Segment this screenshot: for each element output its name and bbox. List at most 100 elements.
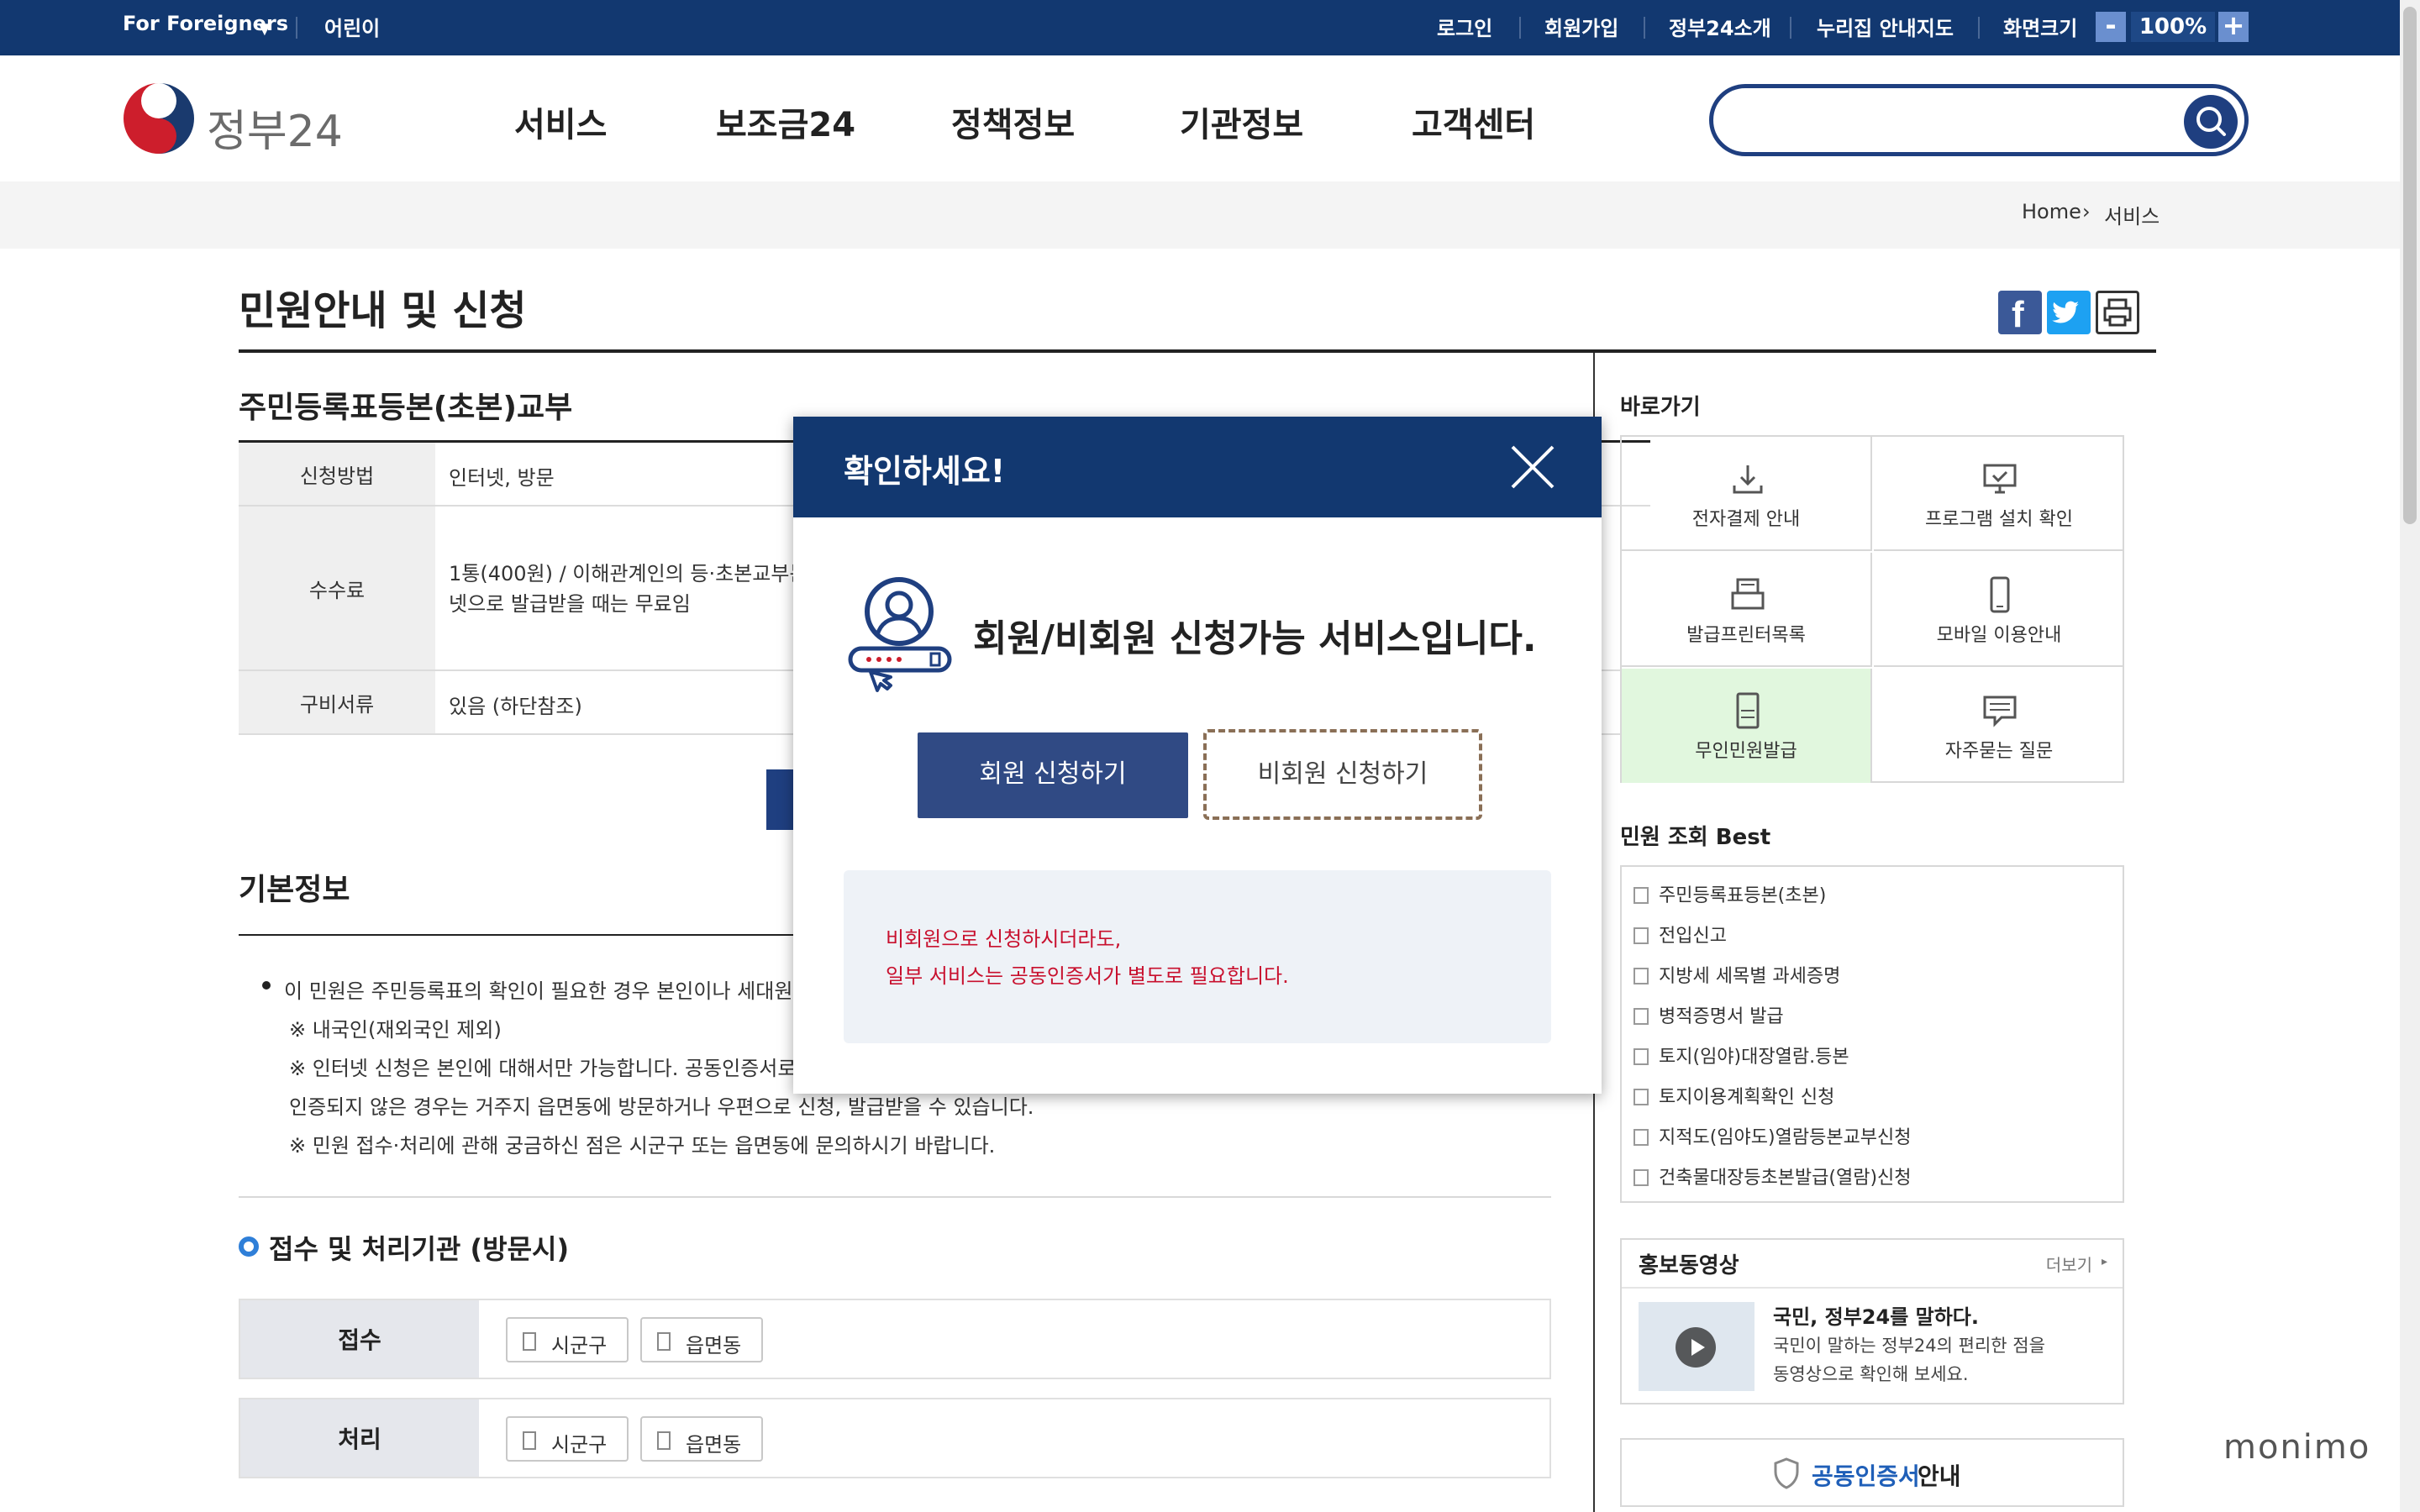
promo-video-box: 홍보동영상 더보기 ▸ 국민, 정부24를 말하다. 국민이 말하는 정부24의… — [1620, 1238, 2124, 1404]
divider — [296, 17, 297, 39]
bookmark-icon — [523, 1431, 536, 1450]
nav-subsidy[interactable]: 보조금24 — [716, 97, 855, 146]
kiosk-icon — [1736, 692, 1760, 729]
twitter-icon[interactable] — [2047, 291, 2091, 334]
document-icon — [1634, 1169, 1649, 1186]
document-icon — [1634, 968, 1649, 984]
list-item[interactable]: 토지(임야)대장열람.등본 — [1659, 1042, 1849, 1068]
basic-info-title: 기본정보 — [239, 873, 350, 907]
modal-header: 확인하세요! — [793, 417, 1602, 517]
agency-title: 접수 및 처리기관 (방문시) — [269, 1233, 570, 1265]
agency-chip[interactable]: 읍면동 — [640, 1317, 763, 1362]
table-row: 접수 시군구 읍면동 — [239, 1299, 1551, 1379]
certificate-guide-button[interactable]: 공동인증서 안내 — [1620, 1438, 2124, 1507]
play-icon[interactable] — [1676, 1327, 1716, 1368]
promo-desc: 국민이 말하는 정부24의 편리한 점을 — [1773, 1336, 2045, 1356]
shortcut-printer[interactable]: 발급프린터목록 — [1622, 553, 1872, 667]
sitemap-link[interactable]: 누리집 안내지도 — [1817, 12, 1954, 41]
facebook-icon[interactable]: f — [1998, 291, 2042, 335]
list-item[interactable]: 지적도(임야도)열람등본교부신청 — [1659, 1122, 1912, 1149]
shortcut-label: 자주묻는 질문 — [1944, 741, 2054, 762]
list-item[interactable]: 병적증명서 발급 — [1659, 1001, 1784, 1028]
promo-more-link[interactable]: 더보기 — [2046, 1252, 2092, 1276]
main-header: 정부24 서비스 보조금24 정책정보 기관정보 고객센터 — [0, 55, 2420, 181]
shortcut-mobile[interactable]: 모바일 이용안내 — [1874, 553, 2124, 667]
mobile-icon — [1990, 576, 2010, 613]
section-divider — [239, 1196, 1551, 1198]
nav-service[interactable]: 서비스 — [514, 97, 607, 146]
chip-label: 읍면동 — [686, 1433, 742, 1457]
breadcrumb-home[interactable]: Home — [2022, 200, 2081, 223]
cert-label: 안내 — [1918, 1462, 1961, 1490]
printer-icon — [1731, 578, 1765, 610]
about-link[interactable]: 정부24소개 — [1669, 12, 1771, 41]
breadcrumb-current[interactable]: 서비스 — [2104, 200, 2160, 229]
list-item[interactable]: 지방세 세목별 과세증명 — [1659, 961, 1840, 988]
logo-text[interactable]: 정부24 — [207, 96, 343, 159]
member-apply-button[interactable]: 회원 신청하기 — [918, 732, 1188, 818]
bookmark-icon — [657, 1332, 671, 1351]
chat-icon — [1983, 696, 2017, 727]
best-list: 주민등록표등본(초본) 전입신고 지방세 세목별 과세증명 병적증명서 발급 토… — [1620, 865, 2124, 1203]
video-thumbnail[interactable] — [1639, 1302, 1754, 1391]
row-value: 있음 (하단참조) — [449, 695, 582, 718]
row-header: 수수료 — [239, 507, 435, 669]
shortcut-title: 바로가기 — [1620, 395, 1701, 420]
nav-policy[interactable]: 정책정보 — [951, 97, 1075, 146]
search-input[interactable] — [1709, 84, 2249, 156]
agency-chip[interactable]: 읍면동 — [640, 1416, 763, 1462]
search-button[interactable] — [2184, 95, 2238, 149]
row-header: 처리 — [240, 1399, 479, 1477]
service-title: 주민등록표등본(초본)교부 — [239, 391, 573, 425]
shortcut-program[interactable]: 프로그램 설치 확인 — [1874, 437, 2124, 551]
info-text: ※ 내국인(재외국인 제외) — [289, 1018, 502, 1042]
title-divider — [239, 349, 2156, 353]
list-item[interactable]: 전입신고 — [1659, 921, 1727, 948]
info-text: ※ 민원 접수·처리에 관해 궁금하신 점은 시군구 또는 읍면동에 문의하시기… — [289, 1134, 996, 1158]
best-title: 민원 조회 Best — [1620, 825, 1771, 850]
kids-link[interactable]: 어린이 — [324, 12, 380, 41]
row-value: 넷으로 발급받을 때는 무료임 — [449, 592, 691, 616]
zoom-label: 화면크기 — [2003, 17, 2078, 40]
shortcut-label: 전자결제 안내 — [1691, 509, 1801, 530]
table-row: 처리 시군구 읍면동 — [239, 1398, 1551, 1478]
row-value: 인터넷, 방문 — [449, 466, 555, 490]
taegeuk-logo-icon[interactable] — [121, 81, 197, 156]
row-header: 구비서류 — [239, 671, 435, 733]
list-item[interactable]: 토지이용계획확인 신청 — [1659, 1082, 1834, 1109]
shortcut-kiosk[interactable]: 무인민원발급 — [1622, 669, 1872, 783]
shortcut-payment[interactable]: 전자결제 안내 — [1622, 437, 1872, 551]
login-link[interactable]: 로그인 — [1437, 12, 1492, 41]
chevron-right-icon: › — [2082, 200, 2091, 223]
scrollbar-thumb[interactable] — [2403, 7, 2417, 524]
guest-apply-button[interactable]: 비회원 신청하기 — [1203, 729, 1482, 820]
row-header: 접수 — [240, 1300, 479, 1378]
list-item[interactable]: 건축물대장등초본발급(열람)신청 — [1659, 1163, 1912, 1189]
shortcut-faq[interactable]: 자주묻는 질문 — [1874, 669, 2124, 783]
bookmark-icon — [657, 1431, 671, 1450]
agency-chip[interactable]: 시군구 — [506, 1317, 629, 1362]
chip-label: 읍면동 — [686, 1334, 742, 1357]
section-divider — [239, 934, 810, 936]
promo-heading[interactable]: 국민, 정부24를 말하다. — [1773, 1300, 1979, 1330]
document-icon — [1634, 887, 1649, 904]
close-icon[interactable] — [1507, 442, 1558, 492]
shield-icon — [1774, 1457, 1799, 1489]
zoom-out-button[interactable]: - — [2096, 12, 2126, 42]
signup-link[interactable]: 회원가입 — [1544, 12, 1618, 41]
bullet-dot — [262, 981, 271, 990]
notice-text: 비회원으로 신청하시더라도, — [886, 927, 1122, 951]
agency-chip[interactable]: 시군구 — [506, 1416, 629, 1462]
modal-message: 회원/비회원 신청가능 서비스입니다. — [973, 617, 1537, 660]
list-item[interactable]: 주민등록표등본(초본) — [1659, 880, 1826, 907]
nav-customer-center[interactable]: 고객센터 — [1412, 97, 1535, 146]
nav-agency[interactable]: 기관정보 — [1180, 97, 1303, 146]
chevron-down-icon[interactable]: ▼ — [259, 20, 271, 38]
zoom-in-button[interactable]: + — [2218, 12, 2249, 42]
promo-title: 홍보동영상 — [1639, 1253, 1739, 1278]
watermark-logo: monimo — [2223, 1428, 2371, 1467]
download-icon — [1733, 465, 1763, 494]
print-icon[interactable] — [2096, 291, 2139, 334]
monitor-icon — [1983, 464, 2017, 494]
chip-label: 시군구 — [551, 1433, 608, 1457]
